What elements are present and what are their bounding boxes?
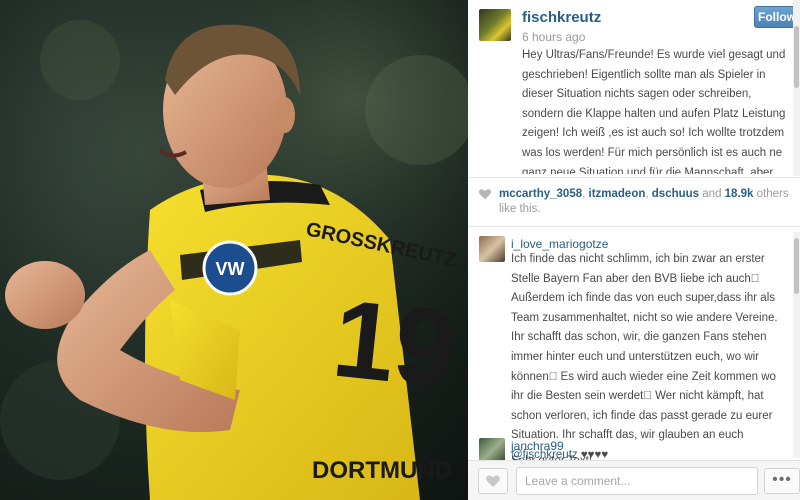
comments-scrollbar-thumb[interactable] xyxy=(794,238,799,294)
jersey-number: 19 xyxy=(327,277,462,412)
like-button[interactable] xyxy=(478,468,508,494)
likes-text: mccarthy_3058, itzmadeon, dschuus and 18… xyxy=(499,187,789,217)
owner-avatar[interactable] xyxy=(479,9,511,41)
commenter-avatar[interactable] xyxy=(479,236,505,262)
likes-and: and xyxy=(699,188,725,200)
comment-bar: ••• xyxy=(468,460,800,500)
comments-list[interactable]: i_love_mariogotze Ich finde das nicht sc… xyxy=(468,228,800,460)
commenter-avatar[interactable] xyxy=(479,438,505,460)
post-timestamp: 6 hours ago xyxy=(522,30,586,44)
owner-username[interactable]: fischkreutz xyxy=(522,9,601,26)
liker-link[interactable]: itzmadeon xyxy=(589,188,646,200)
liker-link[interactable]: mccarthy_3058 xyxy=(499,188,582,200)
comment-body: Ich finde das nicht schlimm, ich bin zwa… xyxy=(511,253,778,442)
liker-link[interactable]: dschuus xyxy=(652,188,699,200)
more-options-button[interactable]: ••• xyxy=(764,468,800,494)
post-caption: Hey Ultras/Fans/Freunde! Es wurde viel g… xyxy=(522,49,786,174)
vw-badge: VW xyxy=(216,259,245,279)
divider xyxy=(468,226,800,227)
commenter-username[interactable]: i_love_mariogotze xyxy=(511,237,608,251)
likes-section: mccarthy_3058, itzmadeon, dschuus and 18… xyxy=(468,179,800,223)
post-photo[interactable]: GROSSKREUTZ 19 DORTMUND VW xyxy=(0,0,468,500)
player-illustration: GROSSKREUTZ 19 DORTMUND VW xyxy=(0,0,468,500)
comment-text: Ich finde das nicht schlimm, ich bin zwa… xyxy=(511,250,787,460)
likes-count[interactable]: 18.9k xyxy=(725,188,754,200)
post-sidebar: fischkreutz 6 hours ago Follow Hey Ultra… xyxy=(468,0,800,500)
divider xyxy=(468,177,800,178)
comment-input[interactable] xyxy=(516,467,758,495)
post-header: fischkreutz 6 hours ago Follow Hey Ultra… xyxy=(468,0,800,178)
comment-text: Sehr guter Text! xyxy=(511,452,787,460)
jersey-sponsor: DORTMUND xyxy=(312,457,452,484)
commenter-username[interactable]: janchra99 xyxy=(511,439,564,453)
caption-scrollbar-thumb[interactable] xyxy=(794,26,799,88)
heart-outline-icon xyxy=(486,475,500,487)
heart-icon xyxy=(478,189,492,200)
